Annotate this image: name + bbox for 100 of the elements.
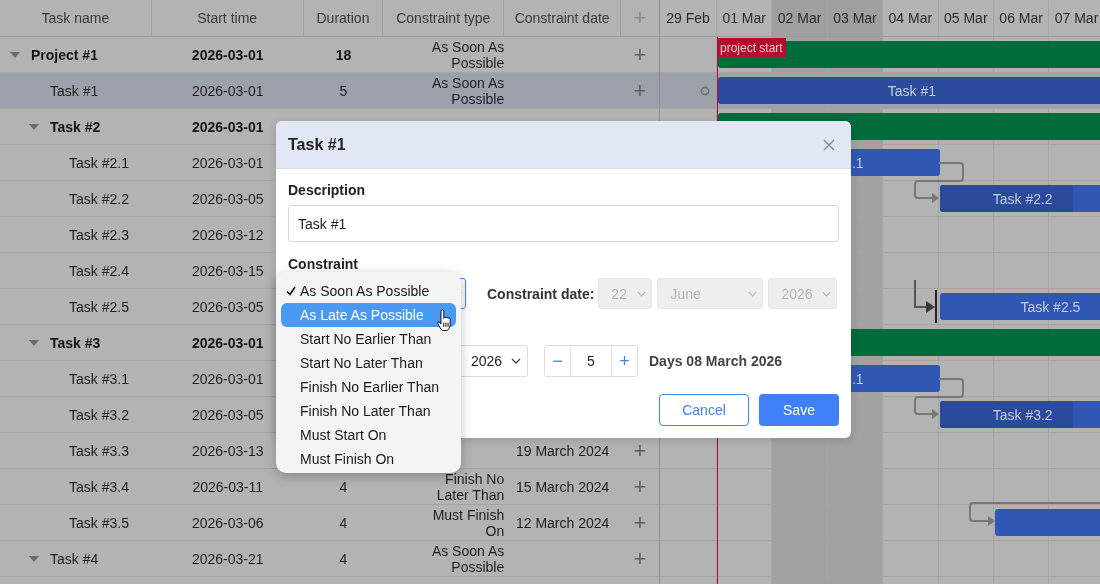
bar-label: Task #2.2 (992, 190, 1053, 207)
add-task-button[interactable]: + (633, 511, 647, 534)
add-task-button[interactable]: + (633, 439, 647, 462)
constraint-marker (935, 290, 937, 323)
day-header: 03 Mar (827, 0, 884, 36)
close-icon[interactable] (823, 138, 835, 151)
dependency-arrow (914, 162, 964, 203)
bar-label: Task #2.5 (1020, 298, 1081, 315)
task-name: Task #3.4 (69, 478, 129, 495)
constraint-date: 15 March 2024 (515, 478, 610, 495)
start-date: 2026-03-11 (192, 478, 263, 495)
column-header[interactable]: Duration (303, 0, 384, 36)
task-name: Project #1 (31, 46, 98, 63)
bar-label: Task #3.2 (992, 406, 1053, 423)
dropdown-option[interactable]: Must Start On (281, 423, 456, 447)
add-task-button[interactable]: + (633, 475, 647, 498)
constraint-type: As Soon As Possible (430, 74, 505, 107)
start-date: 2026-03-01 (191, 334, 264, 351)
start-date: 2026-03-05 (191, 406, 264, 423)
duration: 4 (339, 514, 348, 531)
link-handle-icon[interactable] (700, 86, 710, 96)
dropdown-option[interactable]: As Late As Possible (281, 303, 456, 327)
task-name: Task #1 (50, 82, 99, 99)
start-date: 2026-03-01 (191, 82, 264, 99)
add-task-button[interactable]: + (633, 43, 647, 66)
expand-caret-icon[interactable] (29, 123, 39, 130)
constraint-type: Must Finish On (431, 506, 505, 539)
field-label: Constraint date: (487, 285, 595, 302)
dropdown-option[interactable]: Finish No Later Than (281, 399, 456, 423)
start-date: 2026-03-05 (191, 190, 264, 207)
day-header: 07 Mar (1049, 0, 1100, 36)
start-date: 2026-03-21 (191, 550, 264, 567)
end-date-text: Days 08 March 2026 (649, 353, 783, 369)
expand-caret-icon[interactable] (29, 555, 39, 562)
task-bar[interactable]: Task #3.2 (939, 401, 1100, 428)
dropdown-option[interactable]: Must Finish On (281, 447, 456, 471)
chevron-icon (748, 290, 758, 297)
day-header: 05 Mar (938, 0, 994, 36)
constraint-type: Finish No Later Than (435, 470, 505, 503)
task-name: Task #3.1 (69, 370, 129, 387)
column-header[interactable]: Constraint date (504, 0, 622, 36)
start-date: 2026-03-01 (191, 46, 264, 63)
hand-cursor-icon (436, 309, 453, 332)
bar-label: Task #1 (887, 82, 936, 99)
check-icon (286, 286, 296, 296)
task-name: Task #2.5 (69, 298, 129, 315)
day-header: 04 Mar (883, 0, 939, 36)
task-bar[interactable]: Task #2.5 (939, 293, 1100, 320)
constraint-type: As Soon As Possible (430, 542, 505, 575)
duration: 5 (339, 82, 348, 99)
date-marker-tooltip: project start (717, 38, 786, 57)
start-date: 2026-03-06 (191, 514, 264, 531)
task-name: Task #3.2 (69, 406, 129, 423)
task-name: Task #2.3 (69, 226, 129, 243)
expand-caret-icon[interactable] (10, 51, 20, 58)
duration: 4 (339, 550, 348, 567)
description-input[interactable]: Task #1 (288, 205, 839, 242)
start-date: 2026-03-12 (191, 226, 264, 243)
task-name: Task #3.3 (69, 442, 129, 459)
constraint-date: 19 March 2024 (515, 442, 610, 459)
task-name: Task #2 (50, 118, 101, 135)
start-date: 2026-03-01 (191, 154, 264, 171)
expand-caret-icon[interactable] (29, 339, 39, 346)
start-date: 2026-03-13 (191, 442, 264, 459)
bar-label: .1 (851, 154, 864, 171)
day-header: 02 Mar (772, 0, 828, 36)
cancel-button[interactable]: Cancel (659, 394, 749, 426)
day-header: 29 Feb (660, 0, 717, 36)
save-button[interactable]: Save (759, 394, 839, 426)
task-name: Task #3.5 (69, 514, 129, 531)
constraint-type: As Soon As Possible (430, 38, 505, 71)
task-name: Task #2.4 (69, 262, 129, 279)
duration: 4 (339, 478, 348, 495)
column-header[interactable]: Constraint type (383, 0, 505, 36)
field-label: Constraint (288, 256, 358, 272)
dependency-arrow (914, 378, 964, 419)
start-date: 2026-03-01 (191, 118, 264, 135)
chevron-icon (822, 290, 832, 297)
dependency-arrow (914, 279, 935, 313)
column-header[interactable]: Task name (0, 0, 152, 36)
start-date: 2026-03-05 (191, 298, 264, 315)
task-name: Task #2.1 (69, 154, 129, 171)
bar-label: .1 (851, 370, 864, 387)
dropdown-option[interactable]: Finish No Earlier Than (281, 375, 456, 399)
add-task-button[interactable]: + (633, 547, 647, 570)
chevron-icon (637, 290, 647, 297)
dialog-title: Task #1 (288, 135, 346, 154)
task-name: Task #2.2 (69, 190, 129, 207)
task-name: Task #4 (50, 550, 99, 567)
constraint-date: 12 March 2024 (515, 514, 610, 531)
task-name: Task #3 (50, 334, 101, 351)
duration: 18 (335, 46, 352, 63)
task-bar[interactable]: Task #1 (718, 77, 1100, 104)
chevron-icon (511, 358, 521, 364)
dropdown-option[interactable]: As Soon As Possible (281, 279, 456, 303)
start-date: 2026-03-01 (191, 370, 264, 387)
day-header: 06 Mar (993, 0, 1050, 36)
task-bar[interactable]: Task #2.2 (939, 185, 1100, 212)
column-header[interactable]: Start time (151, 0, 304, 36)
field-label: Description (288, 182, 365, 198)
